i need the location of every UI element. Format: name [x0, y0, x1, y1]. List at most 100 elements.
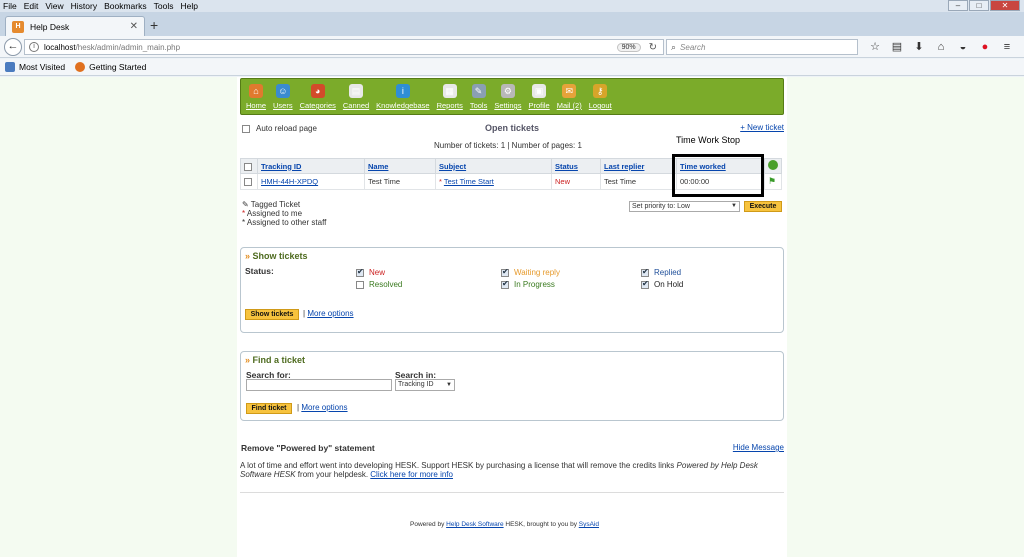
menu-file[interactable]: File [3, 1, 17, 11]
menu-bookmarks[interactable]: Bookmarks [104, 1, 147, 11]
site-info-icon[interactable]: i [29, 42, 39, 52]
nav-item-profile[interactable]: ▣ Profile [528, 84, 550, 110]
auto-reload-toggle[interactable]: Auto reload page [242, 124, 317, 133]
menu-help[interactable]: Help [180, 1, 197, 11]
url-host: localhost [44, 42, 76, 52]
hide-message-link[interactable]: Hide Message [733, 443, 784, 452]
status-checkbox[interactable] [356, 280, 364, 289]
status-option-new[interactable]: New [356, 267, 385, 277]
nav-item-knowledgebase[interactable]: i Knowledgebase [376, 84, 430, 110]
nav-item-categories[interactable]: ◕ Categories [300, 84, 336, 110]
bookmark-star-icon[interactable]: ☆ [864, 40, 886, 54]
browser-tab[interactable]: H Help Desk ✕ [5, 16, 145, 36]
time-work-annotation: Time Work Stop [676, 135, 741, 145]
menu-edit[interactable]: Edit [24, 1, 39, 11]
nav-item-users[interactable]: ☺ Users [273, 84, 293, 110]
reload-icon[interactable]: ↻ [649, 42, 657, 53]
status-checkbox[interactable] [501, 267, 509, 277]
more-options-link[interactable]: More options [307, 309, 353, 318]
categories-icon: ◕ [310, 84, 325, 98]
minimize-icon[interactable]: – [948, 0, 968, 11]
nav-item-settings[interactable]: ⚙ Settings [494, 84, 521, 110]
nav-item-mail-2[interactable]: ✉ Mail (2) [557, 84, 582, 110]
nav-item-logout[interactable]: ⚷ Logout [589, 84, 612, 110]
status-option-waiting-reply[interactable]: Waiting reply [501, 267, 560, 277]
more-info-link[interactable]: Click here for more info [370, 470, 453, 479]
ticket-legend: ✎ Tagged Ticket * Assigned to me * Assig… [242, 200, 326, 227]
more-options-link[interactable]: More options [301, 403, 347, 412]
subject-link[interactable]: Test Time Start [444, 177, 494, 186]
status-option-in-progress[interactable]: In Progress [501, 279, 555, 289]
bookmark-label: Most Visited [19, 62, 66, 72]
col-status[interactable]: Status [551, 158, 601, 174]
menu-history[interactable]: History [71, 1, 97, 11]
col-tracking-id[interactable]: Tracking ID [257, 158, 365, 174]
assigned-star-icon: * [439, 177, 442, 186]
col-last-replier[interactable]: Last replier [600, 158, 677, 174]
priority-cell: ⚑ [764, 173, 782, 190]
zoom-indicator[interactable]: 90% [616, 42, 641, 52]
nav-label: Home [246, 101, 267, 110]
menu-tools[interactable]: Tools [154, 1, 174, 11]
find-more-options: | More options [297, 403, 348, 412]
status-option-resolved[interactable]: Resolved [356, 280, 402, 289]
new-tab-icon[interactable]: + [150, 17, 158, 33]
col-subject[interactable]: Subject [435, 158, 552, 174]
show-tickets-button[interactable]: Show tickets [245, 309, 299, 320]
back-icon[interactable]: ← [4, 38, 22, 56]
bookmark-getting-started[interactable]: Getting Started [75, 62, 146, 72]
status-option-on-hold[interactable]: On Hold [641, 279, 684, 289]
hamburger-menu-icon[interactable]: ≡ [996, 40, 1018, 54]
chevron-right-icon: » [245, 251, 251, 261]
sysaid-link[interactable]: SysAid [579, 521, 599, 528]
nav-item-canned[interactable]: ▤ Canned [343, 84, 369, 110]
find-ticket-button[interactable]: Find ticket [246, 403, 292, 414]
status-checkbox[interactable] [501, 279, 509, 289]
help-desk-software-link[interactable]: Help Desk Software [446, 521, 503, 528]
priority-sort-icon[interactable] [768, 160, 778, 170]
search-bar[interactable]: ⌕ Search [666, 39, 858, 55]
nav-item-home[interactable]: ⌂ Home [246, 84, 266, 110]
dropdown-arrow-icon: ▼ [446, 382, 452, 388]
search-for-input[interactable] [246, 379, 392, 391]
search-in-value: Tracking ID [398, 381, 434, 388]
status-checkbox[interactable] [641, 267, 649, 277]
hesk-main-nav: ⌂ Home ☺ Users ◕ Categories ▤ Canned i Knowledgeb… [240, 78, 784, 115]
page-background: ⌂ Home ☺ Users ◕ Categories ▤ Canned i Knowledgeb… [0, 77, 1024, 557]
status-option-replied[interactable]: Replied [641, 267, 681, 277]
downloads-icon[interactable]: ⬇ [908, 40, 930, 54]
close-window-icon[interactable]: ✕ [990, 0, 1020, 11]
close-tab-icon[interactable]: ✕ [130, 21, 138, 32]
url-text[interactable]: localhost/hesk/admin/admin_main.php [44, 43, 617, 52]
search-in-select[interactable]: Tracking ID ▼ [395, 379, 455, 391]
url-bar[interactable]: i localhost/hesk/admin/admin_main.php 90… [24, 39, 664, 55]
menu-view[interactable]: View [45, 1, 63, 11]
addon-icon[interactable]: ● [974, 40, 996, 54]
firefox-icon [75, 62, 86, 72]
auto-reload-checkbox[interactable] [242, 124, 250, 133]
priority-select[interactable]: Set priority to: Low ▼ [629, 201, 740, 212]
bookmark-label: Getting Started [89, 62, 147, 72]
priority-flag-icon: ⚑ [768, 176, 777, 186]
subject-cell: * Test Time Start [435, 173, 552, 190]
gear-icon: ⚙ [500, 84, 515, 98]
divider [240, 492, 784, 493]
col-name[interactable]: Name [364, 158, 436, 174]
row-checkbox[interactable] [244, 178, 252, 186]
priority-select-value: Set priority to: Low [632, 203, 690, 210]
bookmarks-menu-icon[interactable]: ▤ [886, 40, 908, 54]
pocket-icon[interactable]: ◒ [952, 40, 974, 54]
nav-item-tools[interactable]: ✎ Tools [470, 84, 487, 110]
bookmark-most-visited[interactable]: Most Visited [5, 62, 65, 72]
status-checkbox[interactable] [356, 267, 364, 277]
tracking-id-link[interactable]: HMH-44H-XPDQ [261, 177, 318, 186]
home-browser-icon[interactable]: ⌂ [930, 40, 952, 54]
status-checkbox[interactable] [641, 279, 649, 289]
users-icon: ☺ [275, 84, 290, 98]
nav-item-reports[interactable]: ▦ Reports [437, 84, 463, 110]
maximize-icon[interactable]: □ [969, 0, 989, 11]
new-ticket-link[interactable]: + New ticket [740, 123, 784, 132]
execute-button[interactable]: Execute [744, 201, 782, 212]
select-all-checkbox[interactable] [244, 162, 252, 171]
status-option-label: On Hold [654, 280, 684, 289]
